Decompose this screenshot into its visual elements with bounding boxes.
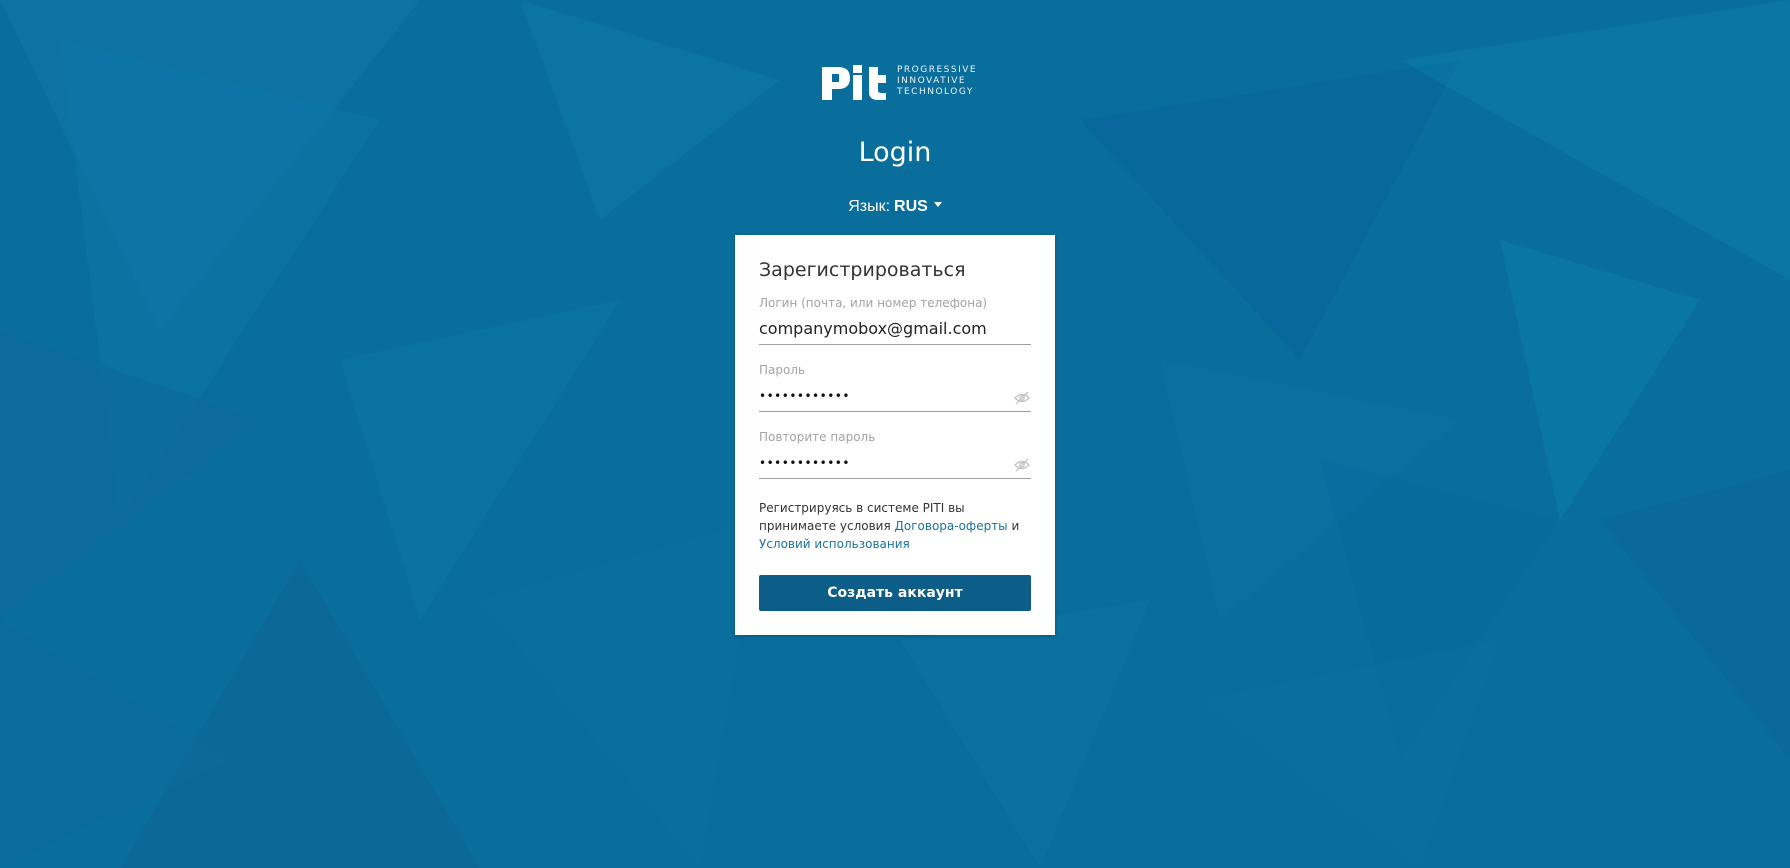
language-value: RUS	[894, 198, 928, 215]
form-title: Зарегистрироваться	[759, 259, 966, 281]
registration-card: Зарегистрироваться Логин (почта, или ном…	[735, 235, 1055, 635]
language-label: Язык:	[848, 198, 891, 215]
language-dropdown[interactable]: Язык: RUS	[848, 198, 942, 215]
pit-logo: PROGRESSIVE INNOVATIVE TECHNOLOGY	[820, 64, 976, 102]
logo-tagline: PROGRESSIVE INNOVATIVE TECHNOLOGY	[897, 65, 977, 98]
password-input[interactable]: ••••••••••••	[759, 384, 1031, 412]
pit-logo-mark	[822, 65, 886, 100]
password-label: Пароль	[759, 363, 806, 377]
logo-tagline-line: PROGRESSIVE	[897, 65, 978, 75]
eye-off-icon[interactable]	[1014, 458, 1030, 472]
offer-contract-link[interactable]: Договора-оферты	[895, 519, 1008, 533]
repeat-password-label: Повторите пароль	[759, 430, 876, 444]
terms-of-use-link[interactable]: Условий использования	[759, 537, 910, 551]
login-input[interactable]	[759, 317, 1031, 345]
eye-off-icon[interactable]	[1014, 391, 1030, 405]
logo-tagline-line: INNOVATIVE	[897, 76, 967, 86]
login-field: Логин (почта, или номер телефона)	[759, 295, 1031, 345]
terms-text: Регистрируясь в системе PITI вы принимае…	[759, 499, 1031, 553]
logo-tagline-line: TECHNOLOGY	[897, 87, 974, 97]
create-account-button[interactable]: Создать аккаунт	[759, 575, 1031, 611]
password-field: Пароль ••••••••••••	[759, 362, 1031, 412]
login-label: Логин (почта, или номер телефона)	[759, 296, 988, 310]
page-title: Login	[858, 137, 932, 168]
caret-down-icon	[933, 202, 942, 208]
language-selector: Язык: RUS	[0, 197, 1790, 217]
repeat-password-field: Повторите пароль ••••••••••••	[759, 429, 1031, 479]
repeat-password-input[interactable]: ••••••••••••	[759, 451, 1031, 479]
terms-conjunction: и	[1011, 519, 1020, 533]
